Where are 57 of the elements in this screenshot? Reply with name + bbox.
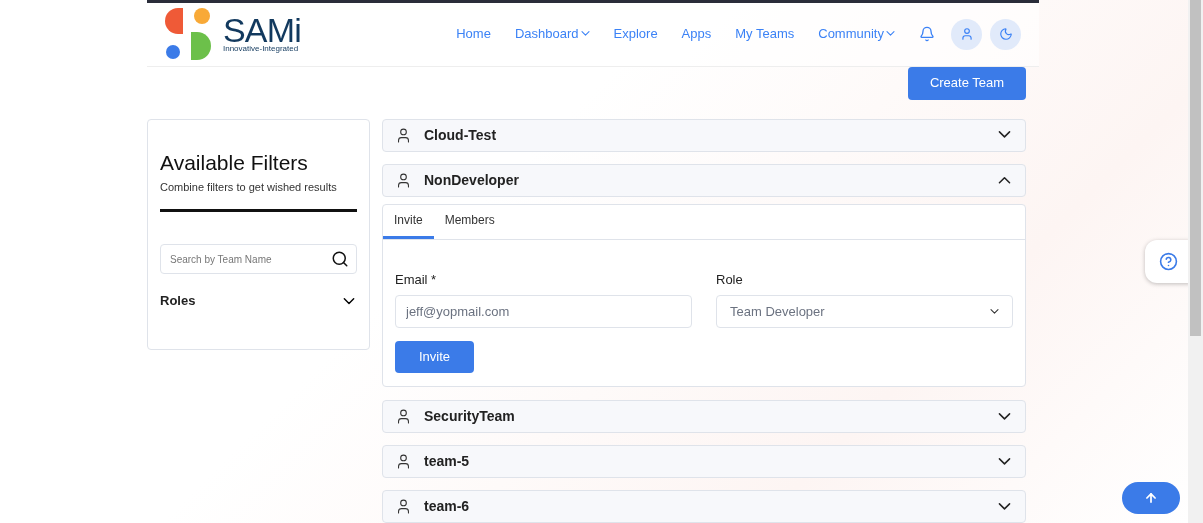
user-icon: [395, 453, 412, 470]
roles-filter[interactable]: Roles: [160, 291, 357, 311]
tab[interactable]: Members: [433, 204, 506, 239]
logo-tagline: Innovative-Integrated: [223, 45, 300, 54]
team-accordion-header[interactable]: Cloud-Test: [382, 118, 1026, 152]
team-accordion-header[interactable]: team-5: [382, 445, 1026, 478]
chevron-down-icon: [998, 457, 1011, 466]
chevron-up-icon: [998, 176, 1011, 184]
nav-link[interactable]: My Teams: [735, 24, 795, 44]
team-name: team-6: [424, 497, 470, 516]
search-field[interactable]: Search by Team Name: [160, 244, 357, 275]
arrow-up-icon: [1144, 491, 1158, 505]
chevron-down-icon: [343, 297, 355, 305]
team-accordion-header[interactable]: SecurityTeam: [382, 400, 1026, 433]
filters-title: Available Filters: [160, 149, 309, 176]
team-name: team-5: [424, 452, 470, 471]
logo-icon: [165, 8, 211, 61]
nav-link[interactable]: Explore: [613, 24, 658, 44]
scrollbar[interactable]: [1188, 0, 1203, 523]
team-accordion-header[interactable]: NonDeveloper: [382, 163, 1026, 197]
profile-button[interactable]: [951, 18, 982, 50]
chevron-down-icon: [998, 502, 1011, 511]
search-input[interactable]: Search by Team Name: [170, 251, 331, 267]
theme-toggle-button[interactable]: [990, 18, 1021, 50]
tab[interactable]: Invite: [383, 204, 434, 239]
chevron-down-icon: [580, 31, 590, 37]
user-icon: [959, 27, 974, 42]
scroll-top-button[interactable]: [1122, 482, 1180, 514]
team-name: SecurityTeam: [424, 407, 515, 426]
nav-link[interactable]: Dashboard: [514, 24, 590, 44]
filters-subtitle: Combine filters to get wished results: [160, 179, 338, 195]
team-name: NonDeveloper: [424, 170, 519, 190]
team-name: Cloud-Test: [424, 125, 497, 145]
logo-text: SAMi: [223, 15, 301, 46]
user-icon: [395, 408, 412, 425]
user-icon: [395, 171, 412, 189]
nav-link[interactable]: Apps: [681, 24, 712, 44]
search-icon: [331, 250, 349, 269]
chevron-down-icon: [990, 308, 999, 315]
nav-link[interactable]: Home: [456, 24, 491, 44]
chevron-down-icon: [998, 131, 1011, 139]
role-select[interactable]: Team Developer: [716, 295, 1013, 328]
help-icon: [1158, 252, 1178, 271]
bell-icon[interactable]: [919, 26, 935, 43]
chevron-down-icon: [998, 412, 1011, 421]
invite-button[interactable]: Invite: [395, 341, 474, 373]
nav-link[interactable]: Community: [818, 24, 895, 44]
help-button[interactable]: [1145, 240, 1191, 283]
create-team-button[interactable]: Create Team: [908, 66, 1026, 100]
moon-icon: [998, 27, 1013, 42]
field-label: Email *: [395, 270, 438, 289]
user-icon: [395, 498, 412, 515]
team-accordion-header[interactable]: team-6: [382, 490, 1026, 523]
chevron-down-icon: [886, 31, 895, 37]
user-icon: [395, 126, 412, 144]
email-input[interactable]: jeff@yopmail.com: [395, 295, 692, 328]
field-label: Role: [716, 270, 744, 289]
